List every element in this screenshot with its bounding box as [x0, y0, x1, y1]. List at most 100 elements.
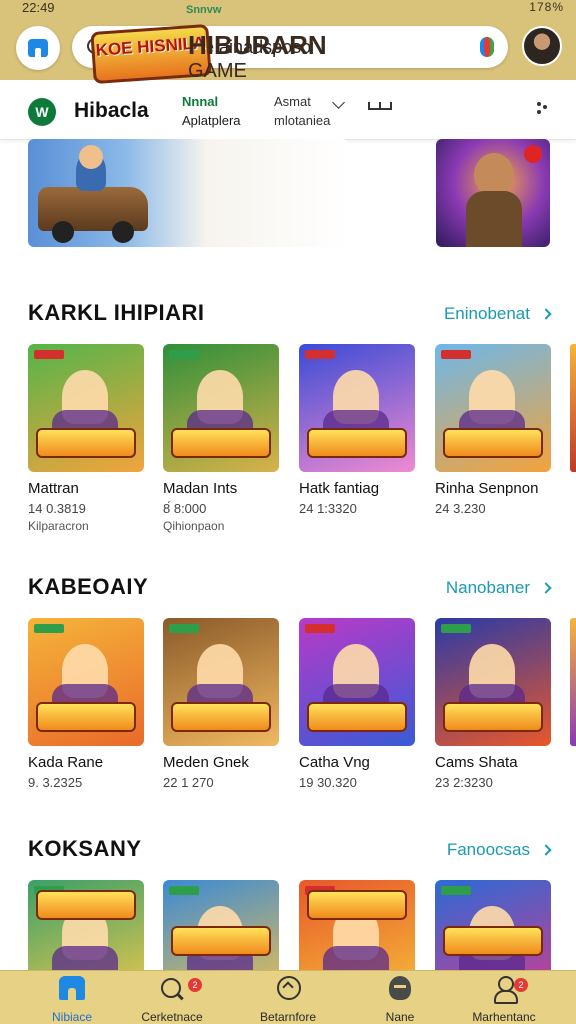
brand-name: Hibacla — [74, 99, 149, 122]
tab-label: Asmat — [274, 94, 311, 109]
tab-asmat[interactable]: Asmat mlotaniea — [274, 92, 330, 130]
game-title: Hatk fantiag — [299, 480, 380, 497]
game-card[interactable]: Hatk fantiag 24 1:3320 — [299, 344, 415, 516]
avatar[interactable] — [522, 26, 562, 66]
tab-sublabel: Aplatplera — [182, 113, 241, 128]
notification-badge: 2 — [188, 978, 202, 992]
game-thumbnail — [28, 618, 144, 746]
game-logo — [443, 702, 543, 732]
nav-item-label: Betarnfore — [259, 1010, 317, 1024]
nav-item-label: Nibiace — [51, 1010, 93, 1024]
game-tag — [441, 886, 471, 895]
home-icon — [59, 976, 85, 1000]
game-thumbnail — [435, 618, 551, 746]
game-card[interactable]: Cams Shata 23 2:3230 — [435, 618, 551, 790]
game-logo — [443, 428, 543, 458]
nav-item-explore[interactable]: Betarnfore — [238, 976, 338, 1024]
game-logo — [171, 702, 271, 732]
more-options-icon[interactable] — [537, 102, 541, 106]
chevron-right-icon — [540, 308, 552, 320]
microphone-icon[interactable] — [480, 37, 494, 57]
game-logo — [171, 926, 271, 956]
game-tag — [305, 350, 335, 359]
home-button[interactable] — [16, 26, 60, 70]
game-publisher: Kilparacron — [28, 519, 89, 533]
game-logo — [307, 890, 407, 920]
explore-icon — [275, 976, 301, 1000]
nav-item-search[interactable]: Cerketnace — [122, 976, 222, 1024]
game-stats: 8́ 8:000 — [163, 501, 207, 516]
notification-badge: 2 — [514, 978, 528, 992]
game-card[interactable]: Meden Gnek 22 1 270 — [163, 618, 279, 790]
game-card[interactable]: Rinha Senpnon 24 3.230 — [435, 344, 551, 516]
section-title: KARKL IHIPIARI — [28, 300, 205, 325]
store-icon — [28, 39, 48, 57]
game-title: Meden Gnek — [163, 754, 249, 771]
game-card[interactable]: Mattran 14 0.3819 Kilparacron — [28, 344, 144, 533]
game-card[interactable]: Catha Vng 19 30.320 — [299, 618, 415, 790]
game-stats: 14 0.3819 — [28, 501, 86, 516]
game-tag — [441, 624, 471, 633]
game-thumbnail — [163, 344, 279, 472]
game-stats: 9. 3.2325 — [28, 775, 83, 790]
nav-item-home[interactable]: Nibiace — [22, 976, 122, 1024]
status-battery: 178% — [529, 0, 564, 14]
character-artwork — [52, 370, 118, 450]
game-stats: 19 30.320 — [299, 775, 357, 790]
search-icon — [159, 976, 185, 1000]
hero-subtitle: GAME — [188, 60, 247, 82]
section-link-label: Eninobenat — [443, 304, 530, 323]
game-card[interactable]: Madan Ints 8́ 8:000 Qihionpaon — [163, 344, 279, 533]
brand-logo-icon: W — [28, 98, 56, 126]
game-logo — [307, 428, 407, 458]
nav-item-label: Cerketnace — [141, 1010, 203, 1024]
hero-tag: Snnvw — [186, 4, 222, 16]
game-logo — [171, 428, 271, 458]
section-title: KABEOAIY — [28, 574, 149, 599]
game-stats: 24 3.230 — [435, 501, 486, 516]
game-thumbnail — [435, 344, 551, 472]
guitar-artwork — [466, 191, 522, 247]
game-tag — [305, 624, 335, 633]
character-artwork — [76, 145, 106, 191]
truck-artwork — [38, 187, 148, 243]
game-thumbnail — [28, 344, 144, 472]
section-see-all-link[interactable]: Nanobaner — [446, 578, 552, 598]
game-stats: 24 1:3320 — [299, 501, 357, 516]
game-tag — [169, 350, 199, 359]
profile-icon — [491, 976, 518, 1004]
tab-nnnal[interactable]: Nnnal Aplatplera — [182, 92, 241, 130]
character-artwork — [459, 644, 525, 724]
game-tag — [34, 350, 64, 359]
filter-icon[interactable] — [368, 102, 392, 110]
tab-label: Nnnal — [182, 94, 219, 109]
game-stats: 22 1 270 — [163, 775, 214, 790]
nav-item-chat[interactable]: Nane — [350, 976, 450, 1024]
character-artwork — [187, 370, 253, 450]
section-see-all-link[interactable]: Eninobenat — [443, 304, 552, 324]
section-see-all-link[interactable]: Fanoocsas — [447, 840, 552, 860]
game-card[interactable]: Kada Rane 9. 3.2325 — [28, 618, 144, 790]
game-tag — [441, 350, 471, 359]
notification-badge — [524, 145, 542, 163]
game-logo — [443, 926, 543, 956]
section-title: KOKSANY — [28, 836, 142, 861]
nav-item-profile[interactable]: Marhentanc — [454, 976, 554, 1024]
game-card-peek[interactable] — [570, 344, 576, 472]
nav-item-label: Nane — [385, 1010, 415, 1024]
game-title: Madan Ints — [163, 480, 238, 497]
game-stats: 23 2:3230 — [435, 775, 493, 790]
character-artwork — [323, 370, 389, 450]
game-tag — [169, 624, 199, 633]
character-artwork — [459, 370, 525, 450]
chevron-right-icon — [540, 582, 552, 594]
nav-item-label: Marhentanc — [472, 1010, 536, 1024]
hero-banner[interactable] — [28, 139, 348, 247]
hero-banner-secondary[interactable] — [436, 139, 550, 247]
game-title: Cams Shata — [435, 754, 518, 771]
game-logo — [36, 890, 136, 920]
game-card-peek[interactable] — [570, 618, 576, 746]
game-title: Kada Rane — [28, 754, 104, 771]
game-title: Rinha Senpnon — [435, 480, 539, 497]
game-tag — [169, 886, 199, 895]
